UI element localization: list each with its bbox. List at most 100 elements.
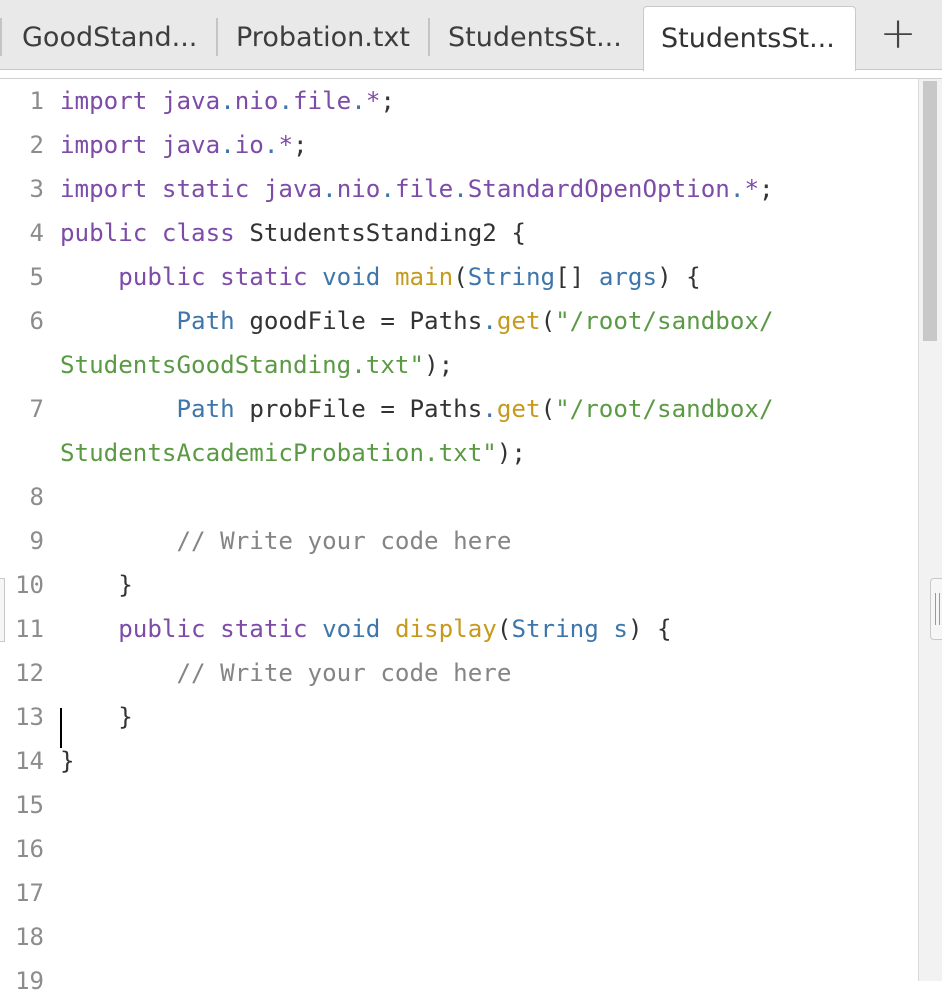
code-token: probFile = Paths <box>249 395 483 423</box>
code-line: } <box>60 695 133 739</box>
code-token: ); <box>424 351 454 379</box>
code-token: . <box>220 87 235 115</box>
code-line: // Write your code here <box>60 519 511 563</box>
code-token: java <box>263 175 323 203</box>
code-token: main <box>394 263 454 291</box>
code-token: . <box>220 131 235 159</box>
tab-probation[interactable]: Probation.txt <box>216 18 428 56</box>
code-token: args <box>598 263 658 291</box>
code-token: } <box>60 747 75 775</box>
code-token: Path <box>176 307 250 335</box>
code-token: goodFile = Paths <box>249 307 483 335</box>
code-token: StudentsAcademicProbation.txt" <box>60 439 497 467</box>
code-token: StandardOpenOption <box>467 175 730 203</box>
line-number: 3 <box>29 175 44 203</box>
code-token: [] <box>555 263 599 291</box>
code-line: public static void display(String s) { <box>60 607 672 651</box>
code-token: * <box>365 87 381 115</box>
code-token: ; <box>293 131 308 159</box>
code-token: * <box>278 131 293 159</box>
line-number: 17 <box>15 879 44 907</box>
line-number: 19 <box>15 967 44 995</box>
code-token: * <box>744 175 759 203</box>
code-token: . <box>729 175 745 203</box>
tab-studentsst-active[interactable]: StudentsSt... <box>643 6 856 71</box>
code-token: file <box>293 87 352 115</box>
code-token: . <box>351 87 366 115</box>
right-resize-handle[interactable] <box>930 578 942 640</box>
line-number: 7 <box>29 395 44 423</box>
line-number: 8 <box>29 483 44 511</box>
code-token: get <box>496 395 541 423</box>
line-number: 18 <box>15 923 44 951</box>
code-token: file <box>394 175 454 203</box>
code-token: } <box>60 703 133 731</box>
code-token: . <box>263 131 279 159</box>
code-token: "/root/sandbox/ <box>555 395 774 423</box>
line-number: 6 <box>29 307 44 335</box>
code-token: "/root/sandbox/ <box>555 307 774 335</box>
code-token: java <box>161 87 221 115</box>
code-token: void <box>322 263 395 291</box>
code-token: nio <box>234 87 279 115</box>
code-line: import static java.nio.file.StandardOpen… <box>60 167 774 211</box>
tab-studentsst-1[interactable]: StudentsSt... <box>428 18 640 56</box>
code-token: . <box>278 87 293 115</box>
line-number: 2 <box>29 131 44 159</box>
line-number: 4 <box>29 219 44 247</box>
tab-goodstanding[interactable]: GoodStand... <box>0 18 214 56</box>
line-number-gutter: 1 2 3 4 5 6 7 8 9 10 11 12 13 14 15 16 17 18 19 <box>0 79 50 995</box>
code-token: . <box>482 395 497 423</box>
scrollbar-thumb[interactable] <box>923 81 937 341</box>
left-resize-handle[interactable] <box>0 578 5 642</box>
code-token: ; <box>759 175 774 203</box>
code-token: ( <box>453 263 468 291</box>
code-token: import static <box>60 175 264 203</box>
code-line: import java.io.*; <box>60 123 308 167</box>
code-token: public static <box>118 615 323 643</box>
code-line: StudentsAcademicProbation.txt"); <box>60 431 526 475</box>
add-tab-button[interactable]: + <box>868 6 928 66</box>
code-token: ; <box>380 87 395 115</box>
line-number: 10 <box>15 571 44 599</box>
code-line: // Write your code here <box>60 651 511 695</box>
line-number: 15 <box>15 791 44 819</box>
code-token: . <box>453 175 468 203</box>
code-token: s <box>613 615 628 643</box>
code-token: ( <box>496 615 512 643</box>
code-line: } <box>60 563 133 607</box>
code-token: get <box>496 307 541 335</box>
code-line: Path probFile = Paths.get("/root/sandbox… <box>60 387 774 431</box>
code-token: import <box>60 131 162 159</box>
code-token: ( <box>540 395 556 423</box>
code-token: ) { <box>657 263 701 291</box>
code-token: display <box>394 615 497 643</box>
code-token: Path <box>176 395 250 423</box>
code-token: nio <box>336 175 381 203</box>
code-token: java <box>161 131 221 159</box>
code-token: io <box>234 131 264 159</box>
code-token: StudentsStanding2 { <box>249 219 526 247</box>
text-cursor <box>60 708 62 748</box>
code-token: . <box>482 307 497 335</box>
tab-bar: GoodStand... Probation.txt StudentsSt...… <box>0 0 942 71</box>
code-line: StudentsGoodStanding.txt"); <box>60 343 453 387</box>
code-token: . <box>322 175 337 203</box>
code-token: ) { <box>627 615 672 643</box>
line-number: 9 <box>29 527 44 555</box>
code-line: Path goodFile = Paths.get("/root/sandbox… <box>60 299 774 343</box>
code-token: String <box>511 615 614 643</box>
code-line: } <box>60 739 75 783</box>
code-token: public static <box>118 263 323 291</box>
code-token: // Write your code here <box>60 527 512 555</box>
code-token: } <box>60 571 133 599</box>
line-number: 14 <box>15 747 44 775</box>
vertical-scrollbar[interactable] <box>918 79 942 981</box>
code-line: public static void main(String[] args) { <box>60 255 701 299</box>
code-text-area[interactable]: import java.nio.file.*; import java.io.*;… <box>60 79 920 981</box>
code-editor[interactable]: 1 2 3 4 5 6 7 8 9 10 11 12 13 14 15 16 17 18 19 import jav… <box>0 78 942 995</box>
code-token: ( <box>540 307 556 335</box>
code-token: . <box>380 175 395 203</box>
